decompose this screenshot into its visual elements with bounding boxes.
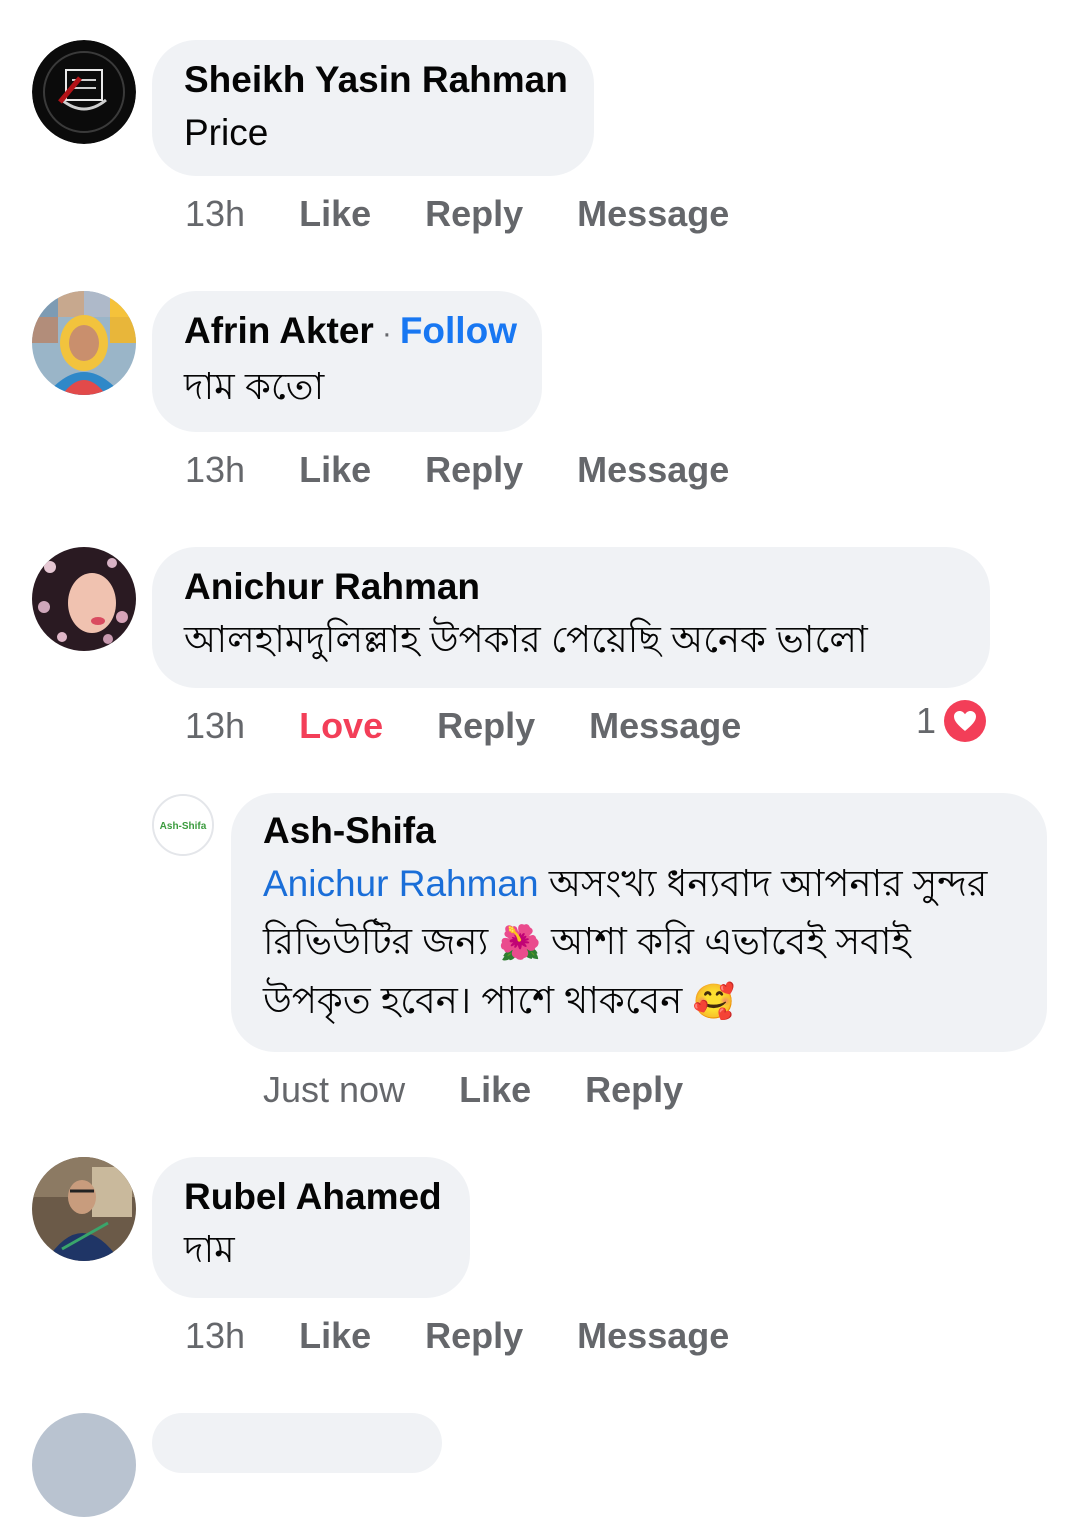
comment-author[interactable]: Rubel Ahamed — [184, 1173, 442, 1221]
reaction-summary[interactable]: 1 — [916, 700, 987, 742]
reply-bubble[interactable]: Ash-Shifa Anichur Rahman অসংখ্য ধন্যবাদ … — [231, 793, 1047, 1052]
comment-actions: 13h Love Reply Message — [185, 705, 795, 747]
smiling-hearts-emoji: 🥰 — [692, 982, 735, 1022]
reply-button[interactable]: Reply — [585, 1069, 683, 1111]
like-button[interactable]: Like — [459, 1069, 531, 1111]
message-button[interactable]: Message — [577, 449, 729, 491]
avatar-afrin-akter[interactable] — [32, 291, 136, 395]
comment-author[interactable]: Sheikh Yasin Rahman — [184, 56, 568, 104]
comment-text: আলহামদুলিল্লাহ উপকার পেয়েছি অনেক ভালো — [184, 619, 868, 660]
comment-bubble[interactable]: Sheikh Yasin Rahman Price — [152, 40, 594, 176]
avatar-ash-shifa[interactable]: Ash-Shifa — [152, 794, 214, 856]
message-button[interactable]: Message — [577, 1315, 729, 1357]
avatar-anichur-rahman[interactable] — [32, 547, 136, 651]
comment-bubble[interactable]: Anichur Rahman আলহামদুলিল্লাহ উপকার পেয়… — [152, 547, 990, 688]
like-button[interactable]: Like — [299, 1315, 371, 1357]
reply-button[interactable]: Reply — [425, 1315, 523, 1357]
comment-bubble[interactable]: Rubel Ahamed দাম — [152, 1157, 470, 1298]
mention-link[interactable]: Anichur Rahman — [263, 863, 539, 904]
reply-text: Anichur Rahman অসংখ্য ধন্যবাদ আপনার সুন্… — [263, 855, 1015, 1031]
reply-author[interactable]: Ash-Shifa — [263, 807, 1015, 855]
reply-time[interactable]: Just now — [263, 1069, 405, 1111]
comment-text: Price — [184, 112, 269, 153]
follow-button[interactable]: Follow — [400, 310, 517, 351]
avatar-logo-text: Ash-Shifa — [160, 821, 207, 832]
comment-actions: 13h Like Reply Message — [185, 449, 783, 491]
comment-actions: 13h Like Reply Message — [185, 193, 783, 235]
reply-button[interactable]: Reply — [425, 449, 523, 491]
comment-time[interactable]: 13h — [185, 193, 245, 235]
separator-dot: · — [381, 317, 392, 350]
comment-author-row: Afrin Akter · Follow — [184, 307, 517, 358]
comment-time[interactable]: 13h — [185, 449, 245, 491]
avatar-next-comment[interactable] — [32, 1413, 136, 1517]
comment-text: দাম — [184, 1229, 235, 1270]
comment-text: দাম কতো — [184, 366, 325, 407]
comment-bubble-next[interactable] — [152, 1413, 442, 1473]
heart-icon — [944, 700, 987, 742]
love-reaction-button[interactable]: Love — [299, 705, 383, 747]
comment-time[interactable]: 13h — [185, 1315, 245, 1357]
reaction-count: 1 — [916, 700, 937, 741]
message-button[interactable]: Message — [589, 705, 741, 747]
comment-author[interactable]: Afrin Akter — [184, 310, 374, 351]
reply-button[interactable]: Reply — [425, 193, 523, 235]
like-button[interactable]: Like — [299, 193, 371, 235]
comment-bubble[interactable]: Afrin Akter · Follow দাম কতো — [152, 291, 542, 432]
comment-author[interactable]: Anichur Rahman — [184, 563, 958, 611]
message-button[interactable]: Message — [577, 193, 729, 235]
hibiscus-emoji: 🌺 — [498, 923, 541, 963]
comment-time[interactable]: 13h — [185, 705, 245, 747]
comment-actions: 13h Like Reply Message — [185, 1315, 783, 1357]
like-button[interactable]: Like — [299, 449, 371, 491]
reply-button[interactable]: Reply — [437, 705, 535, 747]
reply-actions: Just now Like Reply — [263, 1069, 737, 1111]
avatar-sheikh-yasin-rahman[interactable] — [32, 40, 136, 144]
avatar-rubel-ahamed[interactable] — [32, 1157, 136, 1261]
